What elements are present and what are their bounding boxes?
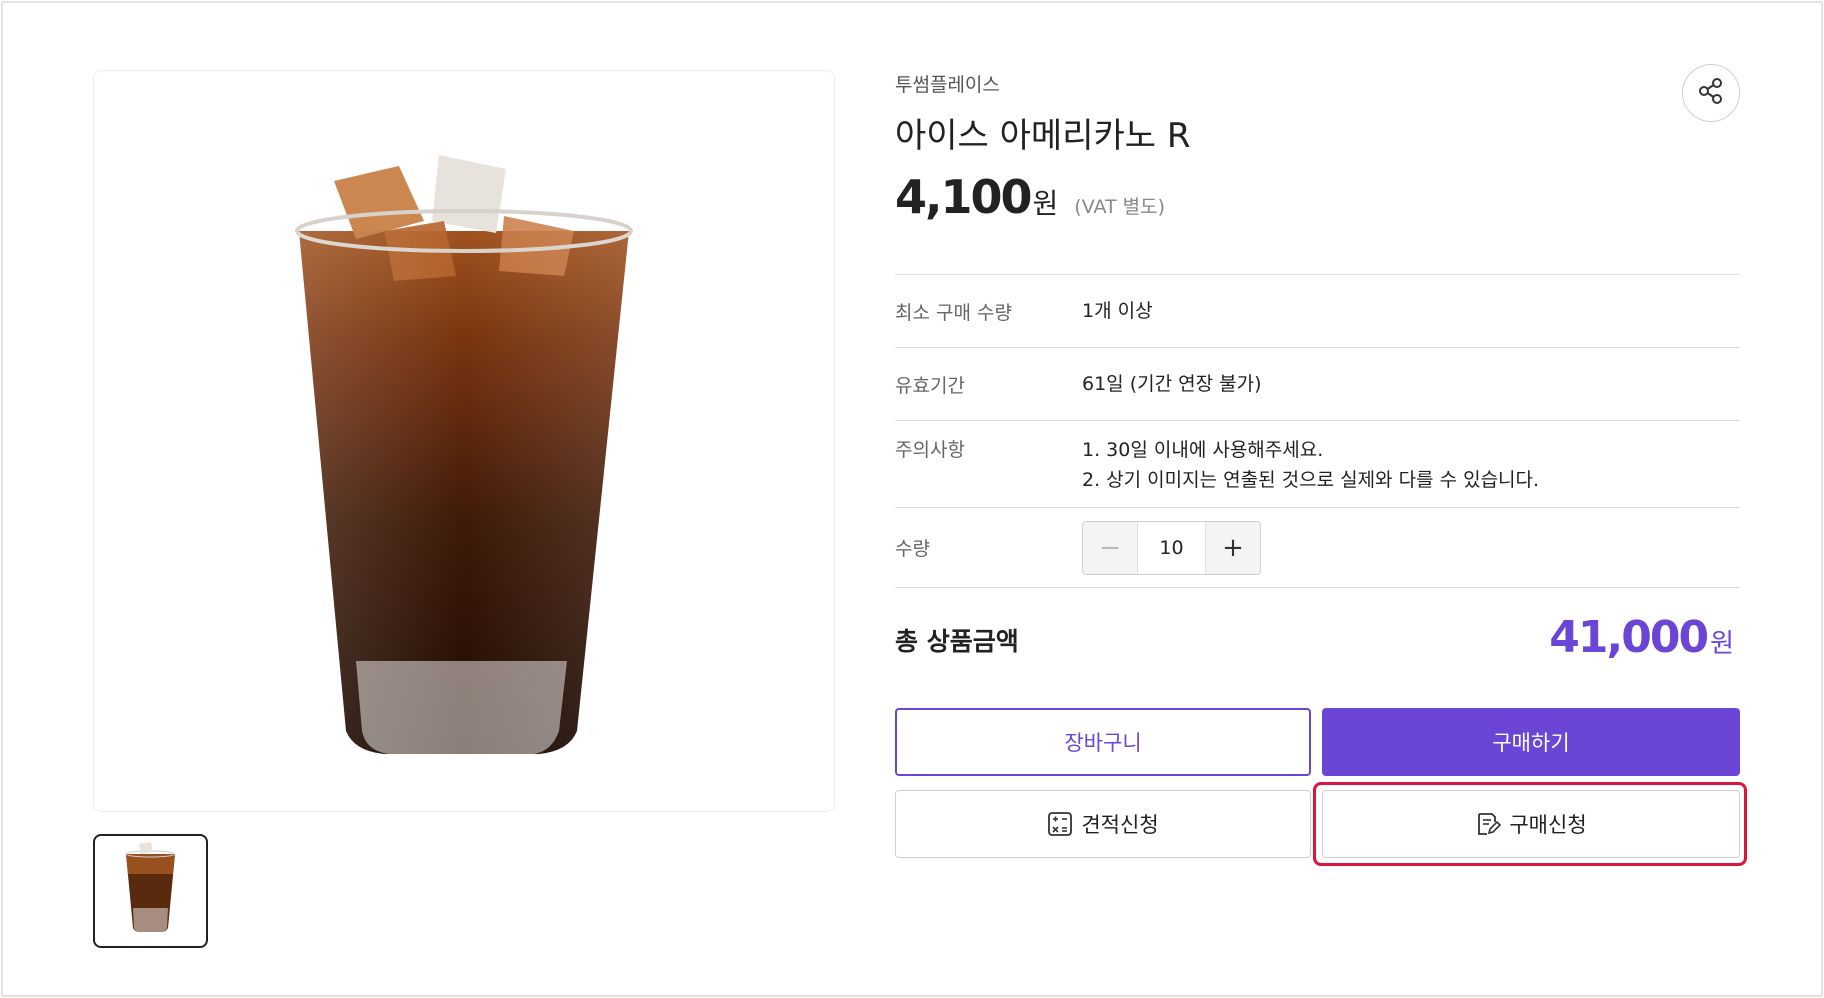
buy-now-button[interactable]: 구매하기 [1322,708,1740,776]
product-main-image [93,70,835,812]
product-thumbnail[interactable] [93,834,208,948]
price-row: 4,100 원 (VAT 별도) [895,170,1165,224]
calculator-icon [1047,811,1073,837]
min-qty-label: 최소 구매 수량 [895,301,1012,324]
total-label: 총 상품금액 [895,627,1019,656]
purchase-request-button[interactable]: 구매신청 [1322,790,1740,858]
increase-button[interactable]: + [1205,521,1260,574]
quote-button-label: 견적신청 [1081,813,1159,837]
decrease-button[interactable]: − [1083,521,1138,574]
share-icon [1696,76,1726,110]
product-info-table: 최소 구매 수량 1개 이상 유효기간 61일 (기간 연장 불가) 주의사항 … [895,274,1740,588]
notes-label: 주의사항 [895,439,965,461]
document-pen-icon [1475,811,1502,837]
product-title: 아이스 아메리카노 R [895,116,1191,156]
total-price: 41,000 원 [1549,612,1734,663]
info-row-quantity: 수량 − 10 + [895,507,1740,588]
total-unit: 원 [1710,629,1734,659]
purchase-request-button-label: 구매신청 [1509,813,1587,837]
quantity-input[interactable]: 10 [1138,521,1205,574]
validity-label: 유효기간 [895,374,965,397]
product-price: 4,100 [895,170,1033,224]
note-line: 1. 30일 이내에 사용해주세요. [1082,439,1324,461]
notes-value: 1. 30일 이내에 사용해주세요. 2. 상기 이미지는 연출된 것으로 실제… [1082,435,1539,507]
info-row-min-qty: 최소 구매 수량 1개 이상 [895,274,1740,347]
validity-value: 61일 (기간 연장 불가) [1082,373,1262,395]
buy-button-label: 구매하기 [1492,731,1570,755]
cart-button-label: 장바구니 [1064,731,1142,755]
total-amount: 41,000 [1549,612,1709,663]
price-unit: 원 [1032,187,1059,220]
share-button[interactable] [1682,64,1740,122]
info-row-validity: 유효기간 61일 (기간 연장 불가) [895,347,1740,420]
quantity-stepper[interactable]: − 10 + [1082,520,1261,575]
add-to-cart-button[interactable]: 장바구니 [895,708,1311,776]
quantity-label: 수량 [895,538,930,560]
vat-note: (VAT 별도) [1074,196,1166,218]
min-qty-value: 1개 이상 [1082,300,1153,322]
info-row-notes: 주의사항 1. 30일 이내에 사용해주세요. 2. 상기 이미지는 연출된 것… [895,420,1740,507]
quote-request-button[interactable]: 견적신청 [895,790,1311,858]
brand-name: 투썸플레이스 [895,74,1000,96]
note-line: 2. 상기 이미지는 연출된 것으로 실제와 다를 수 있습니다. [1082,469,1540,491]
